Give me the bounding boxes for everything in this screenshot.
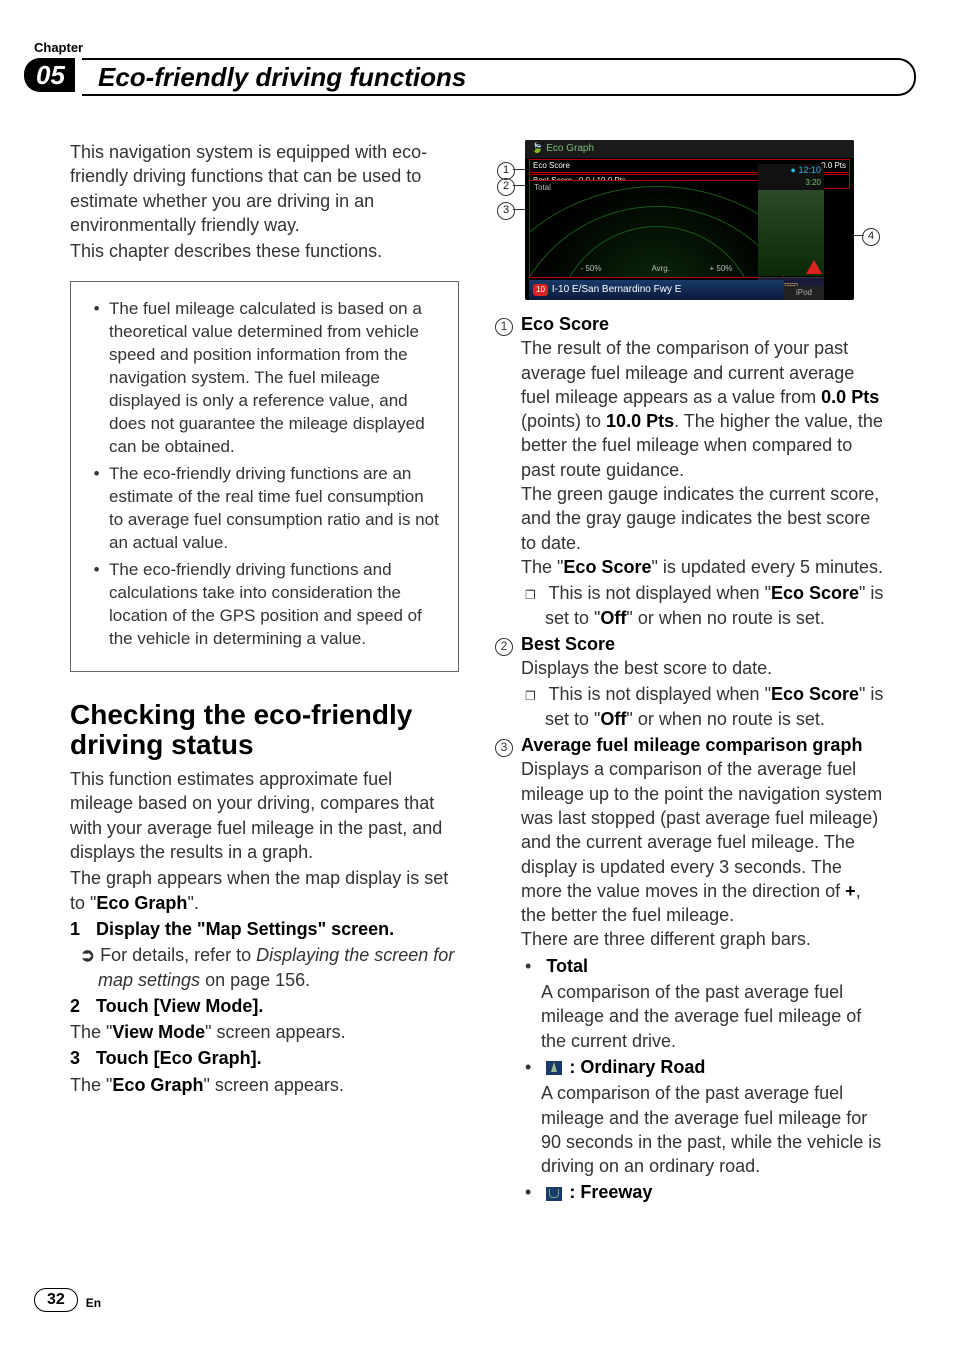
screenshot-clock: ● 12:10 xyxy=(758,164,824,178)
route-shield-icon: 10 xyxy=(533,284,548,297)
chapter-title-bar: Eco-friendly driving functions xyxy=(82,58,916,96)
step-2: 2Touch [View Mode]. xyxy=(70,994,459,1018)
enum-1-note: This is not displayed when "Eco Score" i… xyxy=(521,581,884,630)
bullet-total-body: A comparison of the past average fuel mi… xyxy=(521,980,884,1053)
bullet-ordinary-body: A comparison of the past average fuel mi… xyxy=(521,1081,884,1178)
section-paragraph-2: The graph appears when the map display i… xyxy=(70,866,459,915)
enum-3-body: Displays a comparison of the average fue… xyxy=(521,757,884,927)
page-number: 32 xyxy=(34,1288,78,1312)
reference-arrow-icon: ➲ xyxy=(80,945,100,965)
left-column: This navigation system is equipped with … xyxy=(70,140,459,1262)
chapter-title: Eco-friendly driving functions xyxy=(82,62,466,93)
ordinary-road-icon xyxy=(546,1061,562,1075)
enum-list: 1 Eco Score The result of the comparison… xyxy=(495,312,884,1207)
enum-2-title: Best Score xyxy=(521,632,884,656)
freeway-icon xyxy=(546,1187,562,1201)
enum-3-title: Average fuel mileage comparison graph xyxy=(521,733,884,757)
screenshot-road-bar: 10 I-10 E/San Bernardino Fwy E xyxy=(529,280,784,300)
screenshot-ipod-label: iPod xyxy=(784,286,824,300)
note-item-3: The eco-friendly driving functions and c… xyxy=(109,559,442,651)
screenshot-title: 🍃 Eco Graph xyxy=(531,142,594,156)
enum-1-body: The result of the comparison of your pas… xyxy=(521,336,884,482)
section-paragraph-1: This function estimates approximate fuel… xyxy=(70,767,459,864)
callout-4: 4 xyxy=(862,226,880,244)
enum-1-title: Eco Score xyxy=(521,312,884,336)
chapter-number: 05 xyxy=(24,58,75,92)
note-item-1: The fuel mileage calculated is based on … xyxy=(109,298,442,459)
step-1: 1Display the "Map Settings" screen. xyxy=(70,917,459,941)
note-box: The fuel mileage calculated is based on … xyxy=(70,281,459,671)
chapter-label: Chapter xyxy=(34,40,83,55)
screenshot-sub-clock: 3:20 xyxy=(758,178,824,190)
page-language: En xyxy=(86,1296,101,1312)
bullet-freeway: : Freeway xyxy=(521,1180,884,1204)
step-2-result: The "View Mode" screen appears. xyxy=(70,1020,459,1044)
bullet-ordinary: : Ordinary Road xyxy=(521,1055,884,1079)
eco-graph-screenshot: 1 2 3 4 🍃 Eco Graph Eco Score 0.0 Pts xyxy=(495,140,884,300)
chapter-pill: 05 xyxy=(24,58,75,92)
enum-item-1: 1 Eco Score The result of the comparison… xyxy=(495,312,884,632)
page-root: Chapter 05 Eco-friendly driving function… xyxy=(0,0,954,1352)
screenshot-content: 🍃 Eco Graph Eco Score 0.0 Pts Best Score… xyxy=(525,140,854,300)
enum-item-2: 2 Best Score Displays the best score to … xyxy=(495,632,884,733)
bullet-total: Total xyxy=(521,954,884,978)
note-item-2: The eco-friendly driving functions are a… xyxy=(109,463,442,555)
enum-2-note: This is not displayed when "Eco Score" i… xyxy=(521,682,884,731)
columns: This navigation system is equipped with … xyxy=(70,140,884,1262)
footer: 32 En xyxy=(34,1288,101,1312)
direction-arrow-icon xyxy=(806,260,822,274)
enum-2-body: Displays the best score to date. xyxy=(521,656,884,680)
right-column: 1 2 3 4 🍃 Eco Graph Eco Score 0.0 Pts xyxy=(495,140,884,1262)
step-3-result: The "Eco Graph" screen appears. xyxy=(70,1073,459,1097)
intro-paragraph-2: This chapter describes these functions. xyxy=(70,239,459,263)
step-1-reference: ➲ For details, refer to Displaying the s… xyxy=(70,943,459,992)
intro-paragraph-1: This navigation system is equipped with … xyxy=(70,140,459,237)
screenshot-road-name: I-10 E/San Bernardino Fwy E xyxy=(552,283,682,297)
step-3: 3Touch [Eco Graph]. xyxy=(70,1046,459,1070)
section-title: Checking the eco-friendly driving status xyxy=(70,700,459,762)
screenshot-graph-area: Total - 50% Avrg. + 50% xyxy=(529,180,784,278)
enum-item-3: 3 Average fuel mileage comparison graph … xyxy=(495,733,884,1207)
